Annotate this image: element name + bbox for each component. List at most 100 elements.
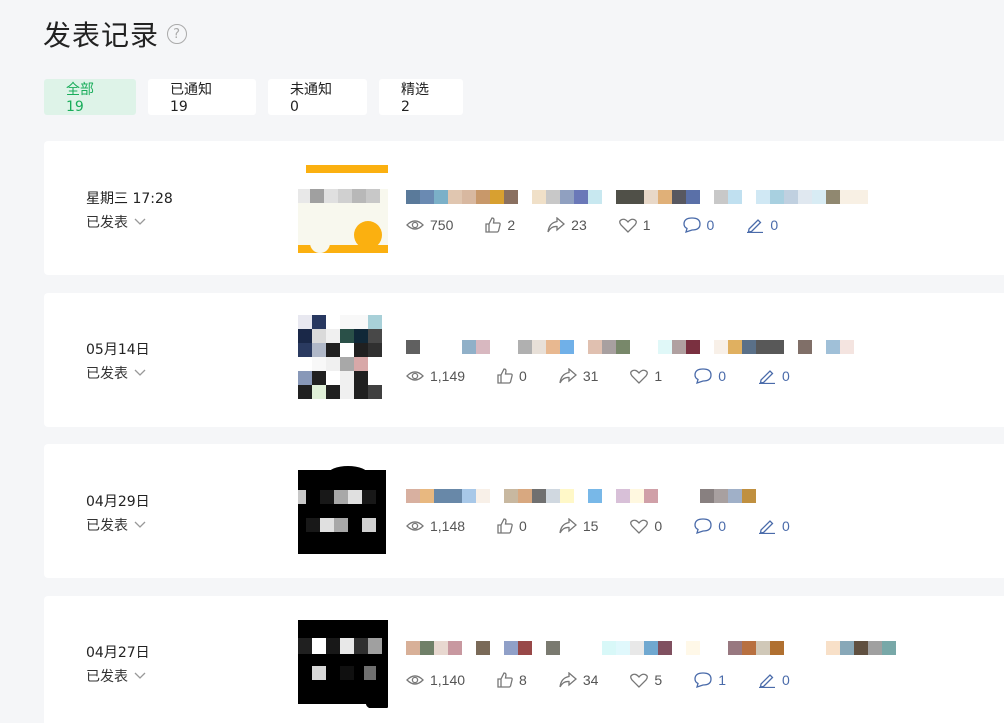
post-card[interactable]: 04月27日 已发表 1,140 8 34 5 1 0 bbox=[44, 596, 1004, 723]
title-pixel bbox=[420, 489, 434, 503]
post-date: 04月29日 bbox=[86, 494, 150, 510]
title-pixel bbox=[756, 340, 770, 354]
notes-stat[interactable]: 0 bbox=[758, 518, 790, 534]
heart-icon bbox=[630, 519, 649, 534]
title-pixel bbox=[742, 190, 756, 204]
shares-stat[interactable]: 15 bbox=[559, 518, 598, 534]
post-stats: 1,140 8 34 5 1 0 bbox=[406, 672, 822, 688]
title-pixel bbox=[490, 340, 504, 354]
tab-all[interactable]: 全部 19 bbox=[44, 79, 136, 115]
favorites-stat[interactable]: 0 bbox=[630, 518, 662, 534]
title-pixel bbox=[798, 190, 812, 204]
title-pixel bbox=[630, 641, 644, 655]
title-pixel bbox=[826, 190, 840, 204]
title-pixel bbox=[560, 641, 574, 655]
comments-stat[interactable]: 0 bbox=[682, 217, 714, 233]
likes-stat[interactable]: 8 bbox=[497, 672, 527, 688]
title-pixel bbox=[854, 190, 868, 204]
title-pixel bbox=[672, 340, 686, 354]
title-pixel bbox=[658, 489, 672, 503]
title-pixel bbox=[658, 190, 672, 204]
comments-stat[interactable]: 0 bbox=[694, 368, 726, 384]
comment-icon bbox=[694, 672, 712, 688]
tab-unnotified[interactable]: 未通知 0 bbox=[268, 79, 367, 115]
likes-stat[interactable]: 2 bbox=[485, 217, 515, 233]
title-pixel bbox=[448, 489, 462, 503]
title-pixel bbox=[700, 340, 714, 354]
post-title-censored[interactable] bbox=[406, 641, 926, 657]
tab-notified[interactable]: 已通知 19 bbox=[148, 79, 256, 115]
post-status-dropdown[interactable]: 已发表 bbox=[86, 515, 146, 535]
title-pixel bbox=[812, 340, 826, 354]
post-title-censored[interactable] bbox=[406, 340, 926, 356]
comments-stat[interactable]: 0 bbox=[694, 518, 726, 534]
post-status-dropdown[interactable]: 已发表 bbox=[86, 666, 146, 686]
title-pixel bbox=[672, 489, 686, 503]
tab-featured[interactable]: 精选 2 bbox=[379, 79, 463, 115]
likes-stat[interactable]: 0 bbox=[497, 518, 527, 534]
title-pixel bbox=[826, 641, 840, 655]
title-pixel bbox=[826, 340, 840, 354]
post-card[interactable]: 05月14日 已发表 1,149 0 31 1 0 0 bbox=[44, 293, 1004, 427]
post-status-dropdown[interactable]: 已发表 bbox=[86, 363, 146, 383]
title-pixel bbox=[518, 340, 532, 354]
title-pixel bbox=[686, 190, 700, 204]
views-stat: 750 bbox=[406, 217, 453, 233]
title-pixel bbox=[854, 641, 868, 655]
title-pixel bbox=[476, 190, 490, 204]
title-pixel bbox=[644, 190, 658, 204]
favorites-stat[interactable]: 5 bbox=[630, 672, 662, 688]
shares-stat[interactable]: 34 bbox=[559, 672, 598, 688]
views-stat: 1,149 bbox=[406, 368, 465, 384]
post-card[interactable]: 04月29日 已发表 1,148 0 15 0 0 0 bbox=[44, 444, 1004, 578]
notes-stat[interactable]: 0 bbox=[758, 672, 790, 688]
title-pixel bbox=[602, 641, 616, 655]
post-thumbnail[interactable] bbox=[298, 466, 388, 554]
notes-stat[interactable]: 0 bbox=[758, 368, 790, 384]
favorites-stat[interactable]: 1 bbox=[630, 368, 662, 384]
title-pixel bbox=[714, 489, 728, 503]
share-icon bbox=[559, 368, 577, 384]
chevron-down-icon bbox=[134, 218, 146, 225]
title-pixel bbox=[518, 641, 532, 655]
heart-icon bbox=[630, 369, 649, 384]
likes-stat[interactable]: 0 bbox=[497, 368, 527, 384]
title-pixel bbox=[504, 190, 518, 204]
title-pixel bbox=[770, 641, 784, 655]
chevron-down-icon bbox=[134, 369, 146, 376]
post-title-censored[interactable] bbox=[406, 190, 926, 206]
title-pixel bbox=[644, 489, 658, 503]
thumbs-up-icon bbox=[497, 518, 513, 534]
title-pixel bbox=[588, 190, 602, 204]
title-pixel bbox=[406, 641, 420, 655]
title-pixel bbox=[644, 641, 658, 655]
title-pixel bbox=[840, 340, 854, 354]
title-pixel bbox=[630, 340, 644, 354]
post-card[interactable]: 星期三 17:28 已发表 750 2 23 1 0 0 bbox=[44, 141, 1004, 275]
post-status-label: 已发表 bbox=[86, 366, 128, 382]
title-pixel bbox=[532, 489, 546, 503]
title-pixel bbox=[532, 190, 546, 204]
post-thumbnail[interactable] bbox=[298, 315, 388, 403]
post-title-censored[interactable] bbox=[406, 489, 926, 505]
page-title: 发表记录 ? bbox=[43, 14, 188, 54]
title-pixel bbox=[532, 340, 546, 354]
shares-stat[interactable]: 31 bbox=[559, 368, 598, 384]
post-status-label: 已发表 bbox=[86, 669, 128, 685]
title-pixel bbox=[546, 641, 560, 655]
favorites-stat[interactable]: 1 bbox=[618, 217, 651, 233]
thumbs-up-icon bbox=[497, 672, 513, 688]
title-pixel bbox=[504, 489, 518, 503]
title-pixel bbox=[700, 641, 714, 655]
post-status-dropdown[interactable]: 已发表 bbox=[86, 212, 146, 232]
post-thumbnail[interactable] bbox=[298, 165, 388, 253]
title-pixel bbox=[532, 641, 546, 655]
notes-stat[interactable]: 0 bbox=[746, 217, 778, 233]
post-thumbnail[interactable] bbox=[298, 620, 388, 708]
comments-stat[interactable]: 1 bbox=[694, 672, 726, 688]
shares-stat[interactable]: 23 bbox=[547, 217, 587, 233]
title-pixel bbox=[840, 641, 854, 655]
title-pixel bbox=[504, 340, 518, 354]
help-icon[interactable]: ? bbox=[167, 24, 188, 44]
post-date: 04月27日 bbox=[86, 645, 150, 661]
